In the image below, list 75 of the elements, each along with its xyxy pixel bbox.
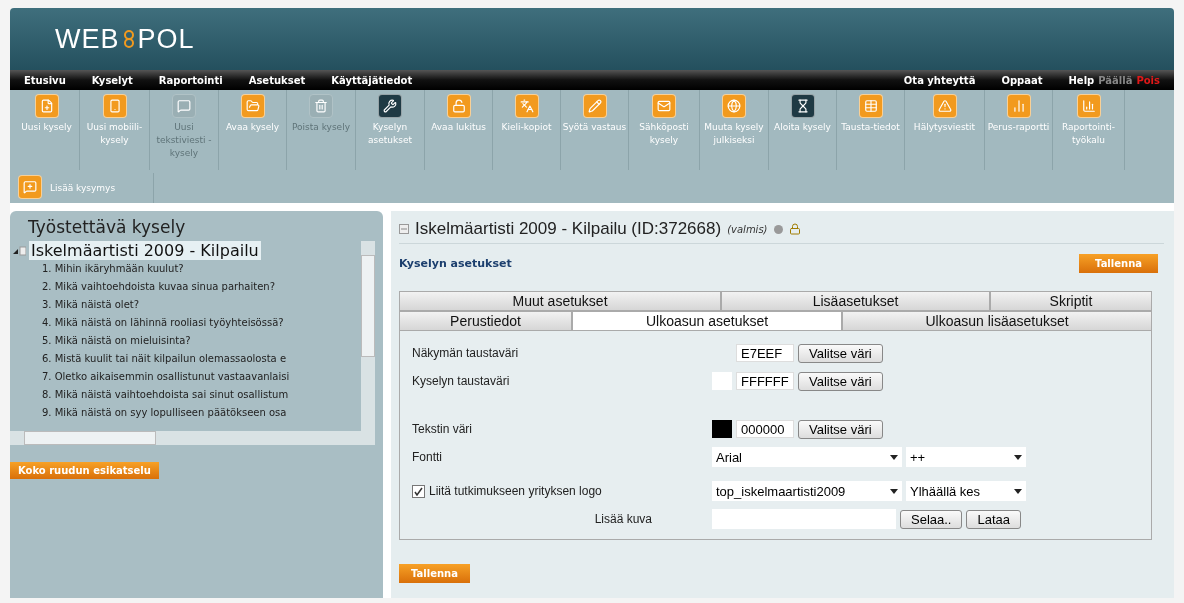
menu-item[interactable]: Käyttäjätiedot xyxy=(331,74,413,86)
logo-text: WEB xyxy=(55,23,120,55)
status-dot-icon xyxy=(773,224,783,234)
language-icon xyxy=(514,94,539,118)
bar-chart-icon xyxy=(1006,94,1031,118)
mail-icon xyxy=(652,94,676,118)
tab[interactable]: Ulkoasun asetukset xyxy=(572,311,843,331)
warning-icon xyxy=(932,94,957,118)
logo-text: POL xyxy=(137,23,195,55)
horizontal-scrollbar[interactable] xyxy=(10,431,375,445)
tree-item[interactable]: 4. Mikä näistä on lähinnä rooliasi työyhteisössä? xyxy=(10,314,361,332)
grid-icon xyxy=(858,94,883,118)
pick-color-button[interactable]: Valitse väri xyxy=(798,419,883,439)
tab[interactable]: Muut asetukset xyxy=(399,291,722,311)
tab[interactable]: Skriptit xyxy=(989,291,1152,311)
lock-icon xyxy=(788,223,801,235)
wrench-icon xyxy=(378,94,402,118)
tree-item[interactable]: 7. Oletko aikaisemmin osallistunut vastaavanlaisi xyxy=(10,368,361,386)
file-plus-icon xyxy=(34,94,59,118)
checkbox[interactable] xyxy=(412,484,425,498)
checkbox-label: Liitä tutkimukseen yrityksen logo xyxy=(429,484,602,498)
logo-select[interactable]: top_iskelmaartisti2009 xyxy=(712,481,902,501)
tree-item[interactable]: 9. Mikä näistä on syy lopulliseen päätökseen osa xyxy=(10,404,361,422)
tree-item[interactable]: 1. Mihin ikäryhmään kuulut? xyxy=(10,260,361,278)
panel-title: Työstettävä kysely xyxy=(27,216,187,239)
hourglass-icon xyxy=(790,94,815,118)
help-toggle-option[interactable]: Päällä xyxy=(1098,74,1133,86)
font-select[interactable]: Arial xyxy=(712,447,902,467)
survey-title: Iskelmäartisti 2009 - Kilpailu (ID:372668) xyxy=(415,219,722,239)
folder-icon xyxy=(240,94,265,118)
tree-item[interactable]: 2. Mikä vaihtoehdoista kuvaa sinua parhaiten? xyxy=(10,278,361,296)
menu-item[interactable]: Raportointi xyxy=(158,74,223,86)
add-comment-icon xyxy=(18,174,42,199)
menu-item[interactable]: Oppaat xyxy=(1001,74,1043,86)
tree-root-item[interactable]: Iskelmäartisti 2009 - Kilpailu xyxy=(29,241,261,260)
pick-color-button[interactable]: Valitse väri xyxy=(798,371,883,391)
field-label: Fontti xyxy=(412,450,443,464)
field-label: Kyselyn taustaväri xyxy=(412,374,511,388)
vertical-scrollbar[interactable] xyxy=(361,241,375,431)
phone-icon xyxy=(102,94,127,118)
tree-item[interactable]: 6. Mistä kuulit tai näit kilpailun olemassaolosta e xyxy=(10,350,361,368)
browse-button[interactable]: Selaa.. xyxy=(900,509,963,529)
size-select[interactable]: ++ xyxy=(906,447,1026,467)
color-field[interactable]: 000000 xyxy=(736,420,794,438)
tab[interactable]: Perustiedot xyxy=(399,311,573,331)
tree-item[interactable]: 8. Mikä näistä vaihtoehdoista sai sinut osallistum xyxy=(10,386,361,404)
file-field[interactable] xyxy=(712,509,896,529)
field-label: Näkymän taustaväri xyxy=(412,346,520,360)
help-toggle-option[interactable]: Pois xyxy=(1136,74,1160,86)
message-icon xyxy=(172,94,196,118)
globe-icon xyxy=(722,94,746,118)
section-title: Kyselyn asetukset xyxy=(399,257,512,270)
menu-item[interactable]: Ota yhteyttä xyxy=(903,74,976,86)
menu-item[interactable]: Etusivu xyxy=(24,74,66,86)
tab[interactable]: Lisäasetukset xyxy=(721,291,990,311)
menu-item[interactable]: Kyselyt xyxy=(91,74,133,86)
field-label: Lisää kuva xyxy=(593,512,653,526)
tab[interactable]: Ulkoasun lisäasetukset xyxy=(842,311,1152,331)
field-label: Tekstin väri xyxy=(412,422,474,436)
menu-item[interactable]: Help xyxy=(1068,74,1095,86)
color-field[interactable]: E7EEF xyxy=(736,344,794,362)
trash-icon xyxy=(309,94,333,118)
collapse-icon xyxy=(399,224,409,234)
tree-item[interactable]: 3. Mikä näistä olet? xyxy=(10,296,361,314)
color-field[interactable]: FFFFFF xyxy=(736,372,794,390)
unlock-icon xyxy=(446,94,471,118)
menu-item[interactable]: Asetukset xyxy=(248,74,306,86)
bar-chart-icon xyxy=(1076,94,1101,118)
status-text: (valmis) xyxy=(727,223,768,235)
upload-button[interactable]: Lataa xyxy=(966,509,1022,529)
logo-icon xyxy=(121,30,136,48)
tree-item[interactable]: 5. Mikä näistä on mieluisinta? xyxy=(10,332,361,350)
position-select[interactable]: Ylhäällä kes xyxy=(906,481,1026,501)
pick-color-button[interactable]: Valitse väri xyxy=(798,343,883,363)
pencil-icon xyxy=(582,94,607,118)
